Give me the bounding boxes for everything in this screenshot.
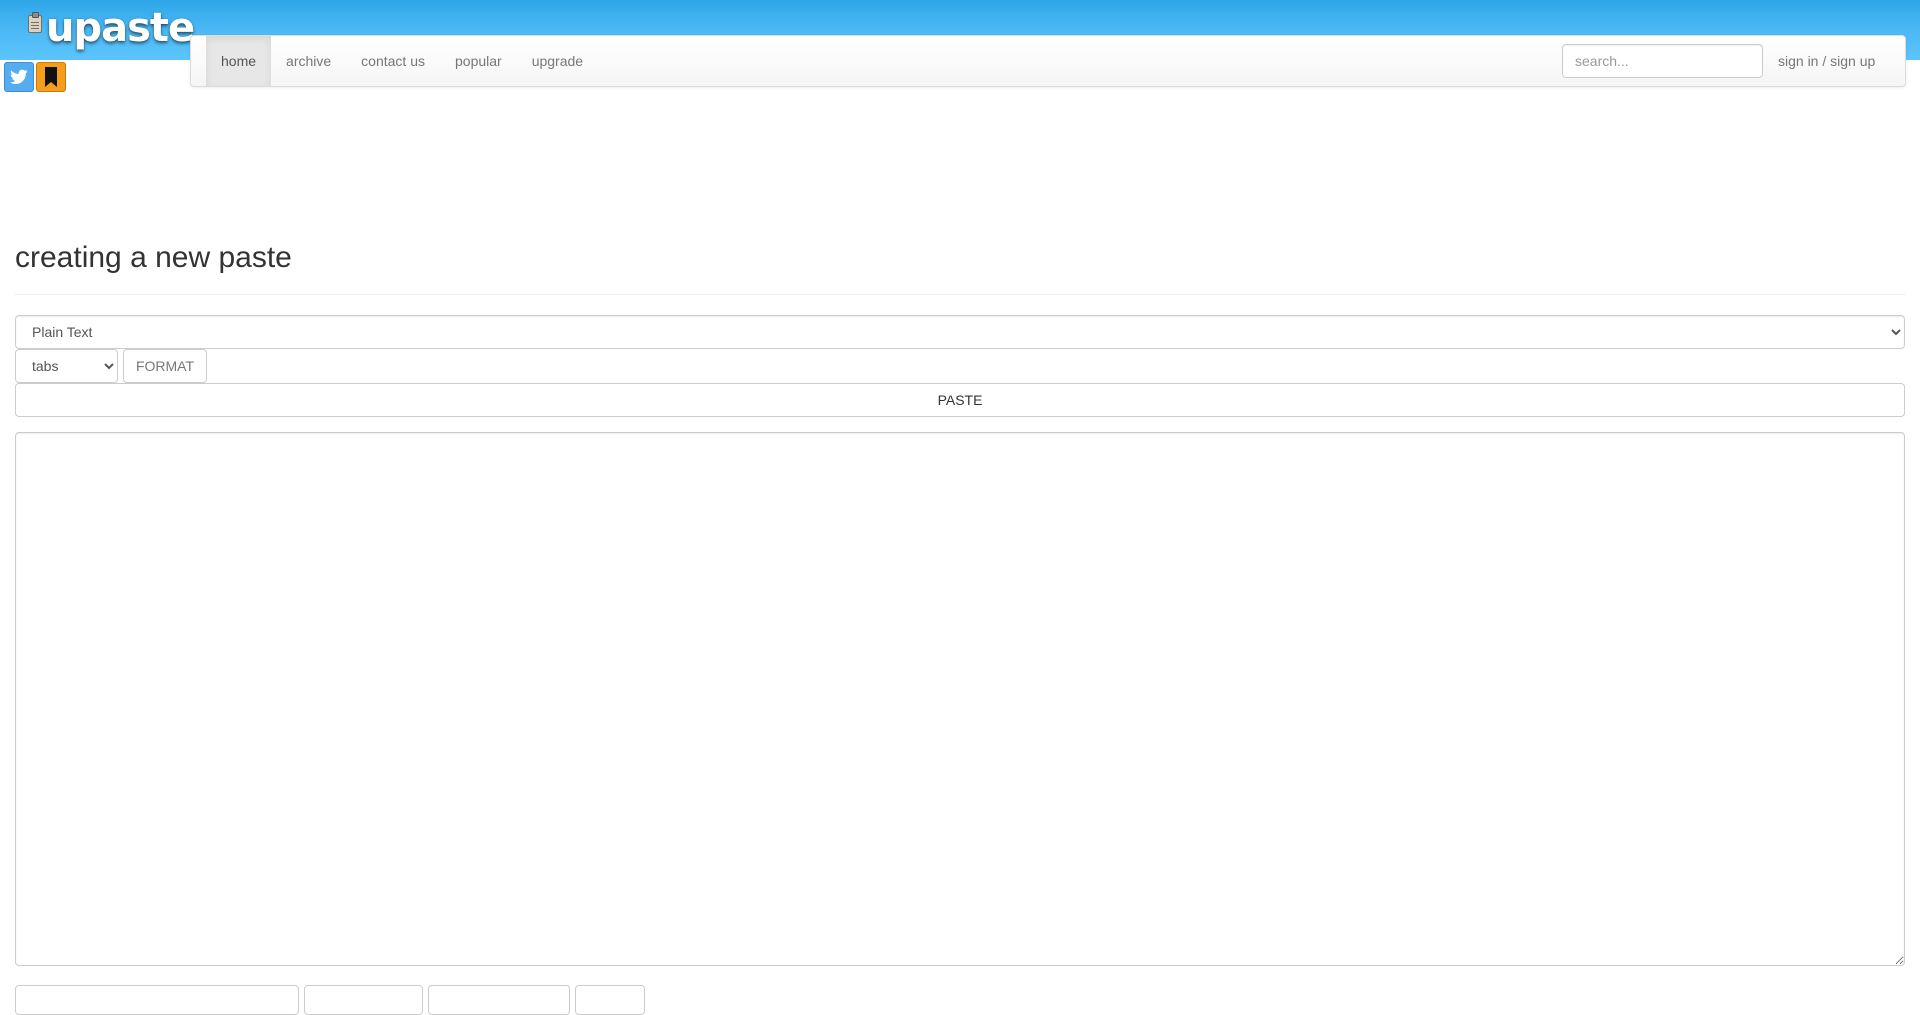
bookmark-button[interactable] — [36, 62, 66, 92]
search-input[interactable] — [1562, 44, 1763, 78]
logo-text: upaste — [46, 5, 195, 51]
nav-item-popular[interactable]: popular — [440, 36, 517, 86]
nav-item-archive[interactable]: archive — [271, 36, 346, 86]
nav-item-upgrade[interactable]: upgrade — [517, 36, 598, 86]
twitter-bird-icon — [10, 69, 28, 84]
format-button[interactable]: FORMAT — [123, 349, 207, 383]
bookmark-icon — [45, 67, 57, 87]
bottom-control-3[interactable] — [428, 985, 570, 1015]
title-divider — [15, 294, 1905, 295]
clipboard-icon — [28, 12, 44, 34]
language-select[interactable]: Plain Text — [15, 315, 1905, 349]
paste-textarea[interactable] — [15, 432, 1905, 966]
social-buttons — [4, 62, 66, 92]
sign-in-link[interactable]: sign in / sign up — [1763, 36, 1890, 86]
bottom-control-1[interactable] — [15, 985, 299, 1015]
paste-button[interactable]: PASTE — [15, 383, 1905, 417]
nav-item-home[interactable]: home — [206, 36, 272, 86]
indent-select[interactable]: tabs — [15, 349, 118, 383]
nav-links: home archive contact us popular upgrade — [206, 36, 598, 86]
site-logo[interactable]: upaste — [28, 5, 195, 54]
bottom-control-4[interactable] — [575, 985, 645, 1015]
nav-item-contact-us[interactable]: contact us — [346, 36, 440, 86]
page-title: creating a new paste — [15, 241, 292, 274]
twitter-button[interactable] — [4, 62, 34, 92]
bottom-control-2[interactable] — [304, 985, 423, 1015]
main-navbar: home archive contact us popular upgrade … — [190, 35, 1906, 87]
